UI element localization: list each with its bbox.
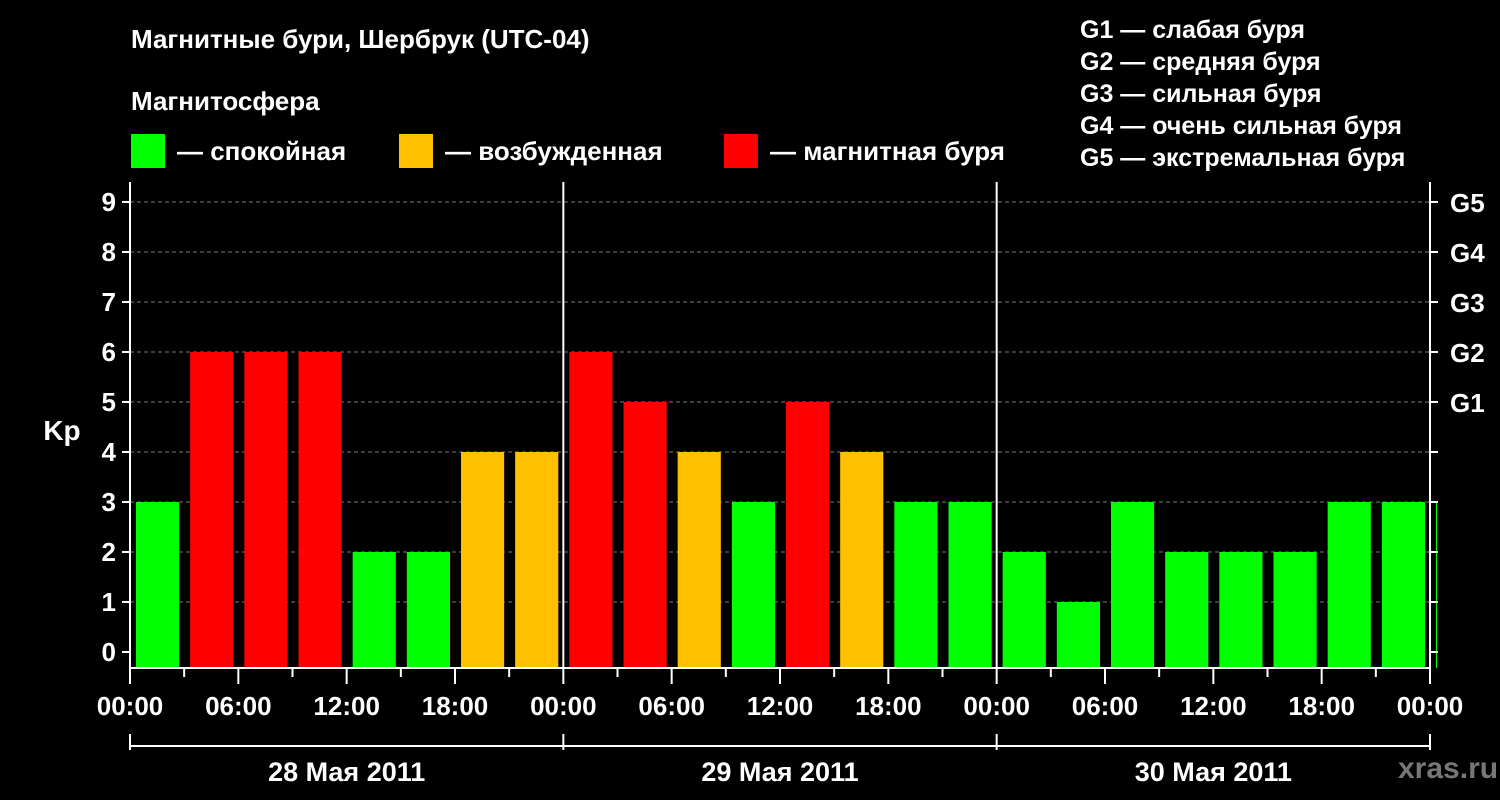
x-tick-label: 00:00 (1397, 691, 1464, 721)
kp-bar (1111, 502, 1155, 668)
kp-bar (786, 402, 830, 668)
kp-bar (298, 352, 342, 668)
watermark: xras.ru (1398, 752, 1499, 785)
y-tick-label: 6 (102, 337, 116, 367)
kp-bar-chart: 0 1 2 3 4 5 6 7 8 9 G1 G2 G3 G4 G5 Kp 00:00 06:00 12:00 18:… (43, 182, 1485, 787)
x-tick-label: 06:00 (1072, 691, 1139, 721)
kp-bar (136, 502, 180, 668)
y-tick-label: 7 (102, 287, 116, 317)
x-tick-label: 12:00 (1180, 691, 1247, 721)
g-tick-label: G5 (1450, 188, 1485, 218)
kp-bar (190, 352, 234, 668)
x-tick-label: 12:00 (747, 691, 814, 721)
kp-bar (731, 502, 775, 668)
kp-bar (352, 552, 396, 668)
kp-bar (244, 352, 288, 668)
kp-bar (1002, 552, 1046, 668)
y-tick-label: 8 (102, 237, 116, 267)
kp-bar (515, 452, 559, 668)
kp-bar (1165, 552, 1209, 668)
x-tick-label: 00:00 (530, 691, 597, 721)
x-tick-label: 18:00 (1288, 691, 1355, 721)
y-tick-label: 3 (102, 487, 116, 517)
kp-bar (1273, 552, 1317, 668)
x-tick-label: 18:00 (422, 691, 489, 721)
kp-bar (840, 452, 884, 668)
y-tick-label: 9 (102, 187, 116, 217)
y-tick-label: 1 (102, 587, 116, 617)
kp-bar (406, 552, 450, 668)
y-tick-label: 5 (102, 387, 116, 417)
kp-bar (623, 402, 667, 668)
g-tick-label: G2 (1450, 338, 1485, 368)
x-tick-label: 18:00 (855, 691, 922, 721)
day-label: 29 Мая 2011 (701, 757, 858, 787)
g-tick-label: G1 (1450, 388, 1485, 418)
y-tick-label: 0 (102, 637, 116, 667)
day-label: 28 Мая 2011 (268, 757, 425, 787)
g-tick-label: G4 (1450, 238, 1485, 268)
kp-bar (677, 452, 721, 668)
kp-bar (894, 502, 938, 668)
x-tick-label: 00:00 (963, 691, 1030, 721)
x-tick-label: 00:00 (97, 691, 164, 721)
kp-bar (1381, 502, 1425, 668)
kp-bar (1327, 502, 1371, 668)
day-label: 30 Мая 2011 (1135, 757, 1292, 787)
x-tick-label: 06:00 (638, 691, 705, 721)
y-tick-label: 2 (102, 537, 116, 567)
kp-bar (569, 352, 613, 668)
kp-bar (1056, 602, 1100, 668)
kp-bar (1436, 502, 1437, 668)
kp-bar (461, 452, 505, 668)
g-tick-label: G3 (1450, 288, 1485, 318)
kp-bar (1219, 552, 1263, 668)
kp-bar (948, 502, 992, 668)
x-tick-label: 06:00 (205, 691, 272, 721)
y-tick-label: 4 (102, 437, 117, 467)
y-axis-label: Kp (43, 415, 80, 446)
x-tick-label: 12:00 (313, 691, 380, 721)
